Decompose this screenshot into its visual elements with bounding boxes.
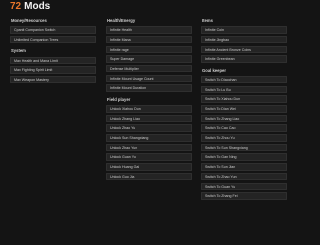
mod-toggle-button[interactable]: Switch To Zhao Yun [201,172,287,181]
mod-toggle-button[interactable]: Unlock Xiahou Dun [106,105,192,113]
mod-toggle-button[interactable]: Switch To Xiahou Dun [201,95,287,103]
mod-toggle-button[interactable]: Switch To Gan Ning [201,153,287,161]
mod-toggle-button[interactable]: Switch To Cao Cao [201,124,287,132]
mod-toggle-button[interactable]: Unlock Guo Jia [106,172,192,181]
section-title: Items [202,18,213,23]
mod-toggle-button[interactable]: Unlock Huang Gai [106,163,192,171]
mod-toggle-button[interactable]: Infinite Coin [201,26,287,34]
mod-toggle-button[interactable]: Infinite rage [106,45,192,54]
mod-toggle-button[interactable]: Infinite Ancient Bronze Coins [201,45,287,54]
mod-toggle-button[interactable]: Max Weapon Mastery [10,75,96,84]
mod-toggle-button[interactable]: Unlock Zhang Liao [106,114,192,123]
column-3: Items Infinite Coin Infinite Jingbao Infini… [201,18,287,200]
mod-toggle-button[interactable]: Infinite Jingbao [201,35,287,44]
mod-toggle-button[interactable]: Unlock Sun Shangxiang [106,134,192,142]
mod-toggle-button[interactable]: Switch To Sun Jian [201,163,287,171]
mod-toggle-button[interactable]: Unlimited Companion Trees [10,35,96,44]
page-title: Mods [24,1,51,12]
mod-toggle-button[interactable]: Switch To Dian Wei [201,105,287,113]
mod-toggle-button[interactable]: Infinite Mount Usage Count [106,74,192,83]
section-title: Field player [107,96,131,102]
mod-toggle-button[interactable]: Unlock Zhao Yu [106,124,192,132]
mod-toggle-button[interactable]: Max Fighting Spirit Limit [10,66,96,74]
column-1: Money/Resources Cpanit Companion Switch Un… [10,18,96,84]
mod-toggle-button[interactable]: Infinite Health [106,26,192,34]
mod-toggle-button[interactable]: Switch To Zhang Fei [201,192,287,200]
mod-toggle-button[interactable]: Switch To Diaochan [201,75,287,84]
mod-toggle-button[interactable]: Switch To Guan Yu [201,182,287,190]
mod-toggle-button[interactable]: Infinite Mana [106,35,192,44]
column-2: Health/Energy Infinite Health Infinite Man… [106,18,192,181]
mod-count: 72 [10,1,22,12]
mod-toggle-button[interactable]: Unlock Zhao Yun [106,143,192,152]
mod-toggle-button[interactable]: Super Damage [106,55,192,63]
mod-toggle-button[interactable]: Switch To Sun Shangxiang [201,143,287,152]
mod-toggle-button[interactable]: Unlock Guan Yu [106,153,192,161]
section-title: Health/Energy [107,18,136,23]
mod-toggle-button[interactable]: Max Health and Mana Limit [10,56,96,65]
section-title: System [11,48,26,54]
mod-toggle-button[interactable]: Switch To Zhang Liao [201,114,287,123]
mod-toggle-button[interactable]: Infinite Mount Duration [106,84,192,92]
header: 72 Mods [10,1,50,13]
section-title: Goal keeper [202,67,226,73]
mod-toggle-button[interactable]: Defense Multiplier [106,64,192,73]
section-title: Money/Resources [11,18,47,23]
mod-toggle-button[interactable]: Switch To Lu Bu [201,85,287,94]
mod-toggle-button[interactable]: Infinite Greenbean [201,55,287,63]
mod-toggle-button[interactable]: Switch To Zhou Yu [201,134,287,142]
mod-toggle-button[interactable]: Cpanit Companion Switch [10,26,96,34]
mods-panel: 72 Mods Money/Resources Cpanit Companion … [0,0,300,245]
